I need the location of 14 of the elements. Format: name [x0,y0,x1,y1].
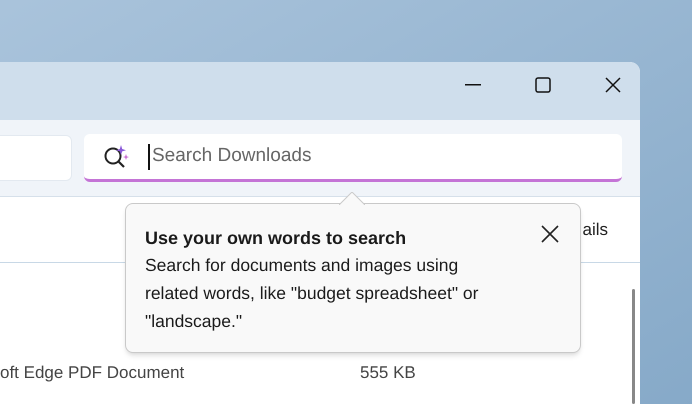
close-icon [605,77,621,93]
details-button[interactable]: ails [582,216,608,242]
text-cursor [148,144,150,170]
file-size-cell-text: 555 KB [360,362,416,384]
search-field[interactable]: Search Downloads [84,134,622,182]
maximize-icon [535,77,551,93]
minimize-icon [465,84,481,86]
close-icon [541,225,559,243]
tooltip-title: Use your own words to search [145,227,408,250]
file-type-cell-text: oft Edge PDF Document [0,362,186,384]
search-input[interactable]: Search Downloads [152,142,622,171]
tooltip-description: Search for documents and images using related words, like "budget spreadsheet" or "landscape." [145,254,480,333]
scrollbar-thumb[interactable] [632,289,634,404]
address-field[interactable] [0,135,72,181]
